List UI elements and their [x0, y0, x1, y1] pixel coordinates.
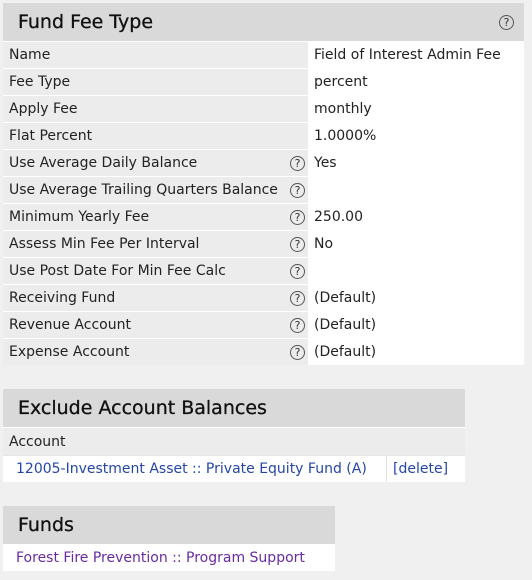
panel-title: Funds: [18, 514, 74, 536]
field-value: 250.00: [308, 204, 524, 230]
field-label: Flat Percent: [9, 128, 93, 144]
fee-row-label-cell: Expense Account?: [3, 339, 308, 365]
exclude-account-balances-panel: Exclude Account Balances Account 12005-I…: [3, 389, 465, 482]
panel-title: Fund Fee Type: [18, 11, 154, 33]
field-label: Use Average Trailing Quarters Balance: [9, 182, 278, 198]
fee-row: Use Post Date For Min Fee Calc?: [3, 257, 524, 284]
field-label: Fee Type: [9, 74, 71, 90]
field-label: Assess Min Fee Per Interval: [9, 236, 200, 252]
field-label: Revenue Account: [9, 317, 131, 333]
fee-row-label-cell: Receiving Fund?: [3, 285, 308, 311]
panel-title: Exclude Account Balances: [18, 397, 267, 419]
list-item: Forest Fire Prevention :: Program Suppor…: [3, 544, 335, 571]
field-label: Name: [9, 47, 51, 63]
fee-row: Use Average Trailing Quarters Balance?: [3, 176, 524, 203]
help-icon[interactable]: ?: [290, 263, 305, 279]
fee-row-label-cell: Flat Percent: [3, 123, 308, 149]
fee-row: Assess Min Fee Per Interval? No: [3, 230, 524, 257]
field-value: 1.0000%: [308, 123, 524, 149]
field-value: percent: [308, 69, 524, 95]
fee-row-label-cell: Fee Type: [3, 69, 308, 95]
fee-row-label-cell: Apply Fee: [3, 96, 308, 122]
fee-row-label-cell: Minimum Yearly Fee?: [3, 204, 308, 230]
fee-row: Revenue Account? (Default): [3, 311, 524, 338]
fee-row-label-cell: Assess Min Fee Per Interval?: [3, 231, 308, 257]
help-icon[interactable]: ?: [290, 344, 305, 360]
funds-panel: Funds Forest Fire Prevention :: Program …: [3, 506, 335, 571]
field-value: (Default): [308, 339, 524, 365]
fee-row-label-cell: Use Post Date For Min Fee Calc?: [3, 258, 308, 284]
excluded-accounts-table: 12005-Investment Asset :: Private Equity…: [3, 455, 465, 482]
help-icon[interactable]: ?: [290, 317, 305, 333]
field-label: Receiving Fund: [9, 290, 116, 306]
funds-list: Forest Fire Prevention :: Program Suppor…: [3, 544, 335, 571]
fee-row: Minimum Yearly Fee? 250.00: [3, 203, 524, 230]
funds-header: Funds: [3, 506, 335, 544]
help-icon[interactable]: ?: [499, 14, 514, 30]
fund-fee-type-header: Fund Fee Type ?: [3, 3, 524, 41]
account-column-header: Account: [3, 427, 465, 455]
field-label: Minimum Yearly Fee: [9, 209, 150, 225]
table-row: 12005-Investment Asset :: Private Equity…: [3, 455, 465, 482]
field-value: (Default): [308, 285, 524, 311]
fee-row: Flat Percent 1.0000%: [3, 122, 524, 149]
field-value: [308, 177, 524, 203]
field-label: Apply Fee: [9, 101, 78, 117]
account-cell: 12005-Investment Asset :: Private Equity…: [3, 456, 387, 482]
fund-link[interactable]: Forest Fire Prevention :: Program Suppor…: [16, 550, 305, 566]
fee-row: Use Average Daily Balance? Yes: [3, 149, 524, 176]
fee-row: Apply Fee monthly: [3, 95, 524, 122]
fee-details-table: Name Field of Interest Admin Fee Fee Type p…: [3, 41, 524, 365]
field-label: Use Post Date For Min Fee Calc: [9, 263, 226, 279]
fee-row-label-cell: Revenue Account?: [3, 312, 308, 338]
field-value: No: [308, 231, 524, 257]
help-icon[interactable]: ?: [290, 290, 305, 306]
fee-row-label-cell: Name: [3, 42, 308, 68]
help-icon[interactable]: ?: [290, 209, 305, 225]
fee-row: Fee Type percent: [3, 68, 524, 95]
delete-link[interactable]: [delete]: [393, 461, 448, 477]
action-cell: [delete]: [387, 456, 465, 482]
fee-row-label-cell: Use Average Daily Balance?: [3, 150, 308, 176]
fee-row: Name Field of Interest Admin Fee: [3, 41, 524, 68]
fund-fee-type-panel: Fund Fee Type ? Name Field of Interest Ad…: [3, 3, 524, 365]
fee-row-label-cell: Use Average Trailing Quarters Balance?: [3, 177, 308, 203]
field-value: monthly: [308, 96, 524, 122]
field-value: (Default): [308, 312, 524, 338]
field-value: [308, 258, 524, 284]
fee-row: Expense Account? (Default): [3, 338, 524, 365]
help-icon[interactable]: ?: [290, 236, 305, 252]
field-label: Expense Account: [9, 344, 130, 360]
help-icon[interactable]: ?: [290, 155, 305, 171]
account-link[interactable]: 12005-Investment Asset :: Private Equity…: [16, 461, 367, 477]
fee-row: Receiving Fund? (Default): [3, 284, 524, 311]
field-value: Yes: [308, 150, 524, 176]
field-value: Field of Interest Admin Fee: [308, 42, 524, 68]
exclude-header: Exclude Account Balances: [3, 389, 465, 427]
field-label: Use Average Daily Balance: [9, 155, 198, 171]
help-icon[interactable]: ?: [290, 182, 305, 198]
